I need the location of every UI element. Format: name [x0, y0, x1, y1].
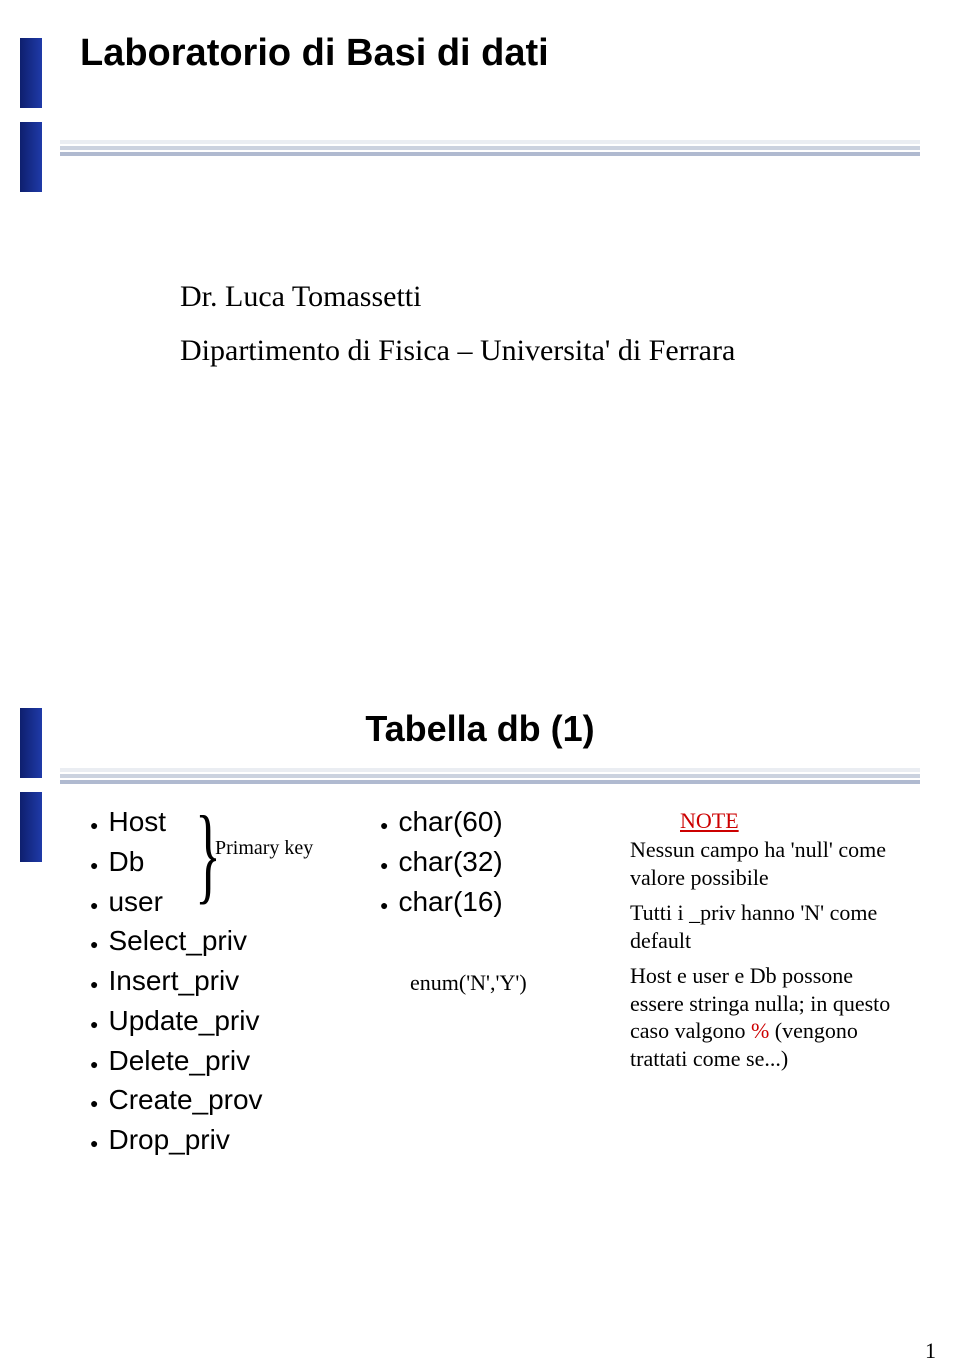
field-row: ●Select_priv	[90, 921, 380, 961]
affiliation-line: Dipartimento di Fisica – Universita' di …	[180, 324, 735, 378]
field-row: ●user	[90, 882, 380, 922]
type-row: ●char(32)	[380, 842, 630, 882]
types-column: ●char(60) ●char(32) ●char(16) enum('N','…	[380, 802, 630, 1160]
enum-label: enum('N','Y')	[410, 970, 630, 996]
field-label: Delete_priv	[108, 1041, 250, 1081]
field-label: user	[108, 882, 162, 922]
field-label: Db	[108, 842, 144, 882]
separator-bar	[60, 768, 920, 784]
note-paragraph: Nessun campo ha 'null' come valore possi…	[630, 836, 910, 891]
type-row: ●char(16)	[380, 882, 630, 922]
field-label: Select_priv	[108, 921, 247, 961]
notes-column: NOTE Nessun campo ha 'null' come valore …	[630, 802, 910, 1160]
primary-key-label: Primary key	[215, 837, 313, 860]
decor-left-blocks	[20, 20, 42, 192]
field-row: ●Update_priv	[90, 1001, 380, 1041]
field-label: Insert_priv	[108, 961, 239, 1001]
slide-2: Tabella db (1) ●Host ●Db ●user ●Select_p…	[20, 690, 940, 1340]
decor-block	[20, 792, 42, 862]
slide-1: Laboratorio di Basi di dati Dr. Luca Tom…	[20, 20, 940, 670]
note-paragraph: Host e user e Db possone essere stringa …	[630, 962, 910, 1072]
separator-bar	[60, 140, 920, 156]
field-row: ●Insert_priv	[90, 961, 380, 1001]
decor-block	[20, 122, 42, 192]
field-label: Create_prov	[108, 1080, 262, 1120]
note-title: NOTE	[680, 808, 910, 834]
decor-block	[20, 38, 42, 108]
field-label: Drop_priv	[108, 1120, 229, 1160]
type-label: char(60)	[398, 802, 502, 842]
type-label: char(32)	[398, 842, 502, 882]
type-label: char(16)	[398, 882, 502, 922]
field-row: ●Drop_priv	[90, 1120, 380, 1160]
slide-title: Laboratorio di Basi di dati	[80, 32, 920, 83]
note-paragraph: Tutti i _priv hanno 'N' come default	[630, 899, 910, 954]
field-label: Update_priv	[108, 1001, 259, 1041]
title-area: Laboratorio di Basi di dati	[80, 32, 920, 83]
field-row: ●Host	[90, 802, 380, 842]
title-area: Tabella db (1)	[20, 708, 940, 750]
slide1-content: Dr. Luca Tomassetti Dipartimento di Fisi…	[180, 270, 735, 378]
slide-title: Tabella db (1)	[20, 708, 940, 750]
field-row: ●Create_prov	[90, 1080, 380, 1120]
field-row: ●Delete_priv	[90, 1041, 380, 1081]
page-number: 1	[925, 1338, 936, 1364]
field-label: Host	[108, 802, 166, 842]
note-percent: %	[751, 1018, 769, 1043]
author-line: Dr. Luca Tomassetti	[180, 270, 735, 324]
type-row: ●char(60)	[380, 802, 630, 842]
